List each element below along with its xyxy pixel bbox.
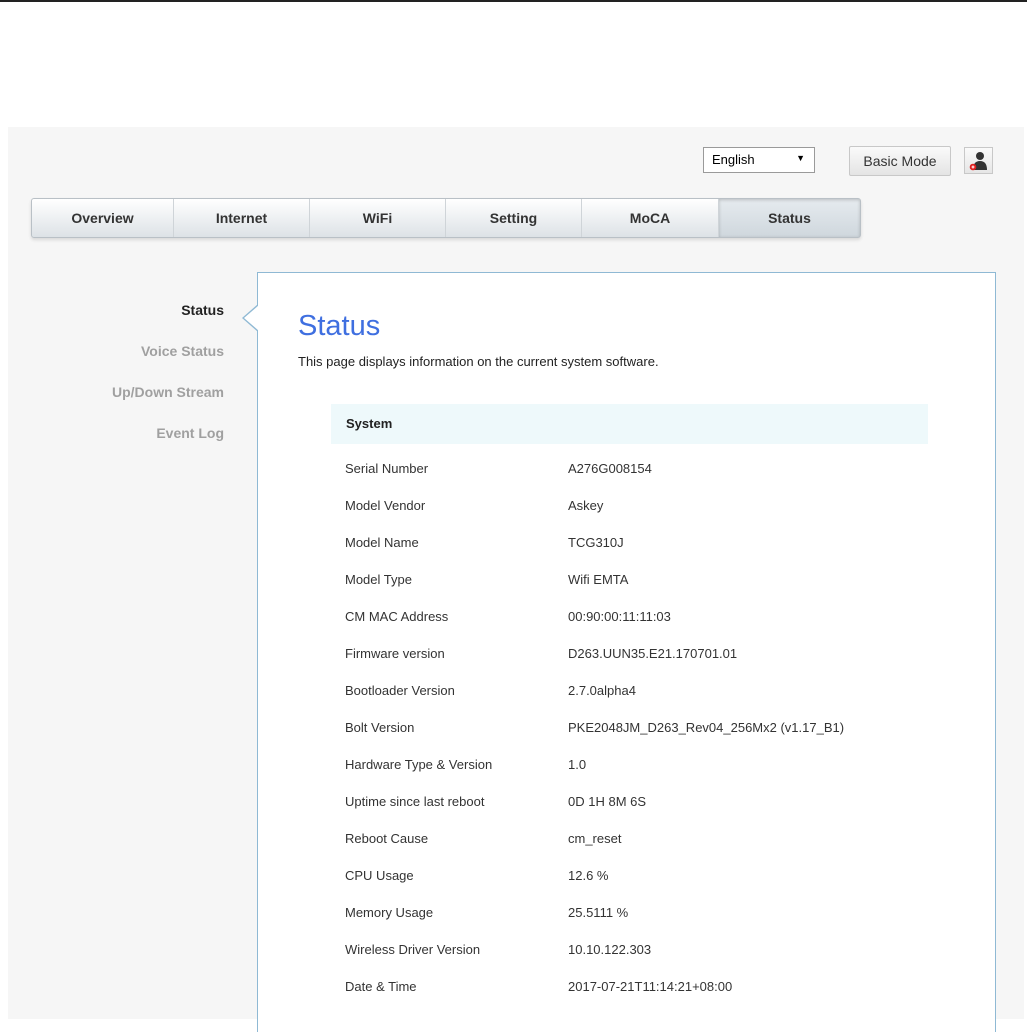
row-value: 2017-07-21T11:14:21+08:00 xyxy=(568,979,733,994)
table-row: Date & Time 2017-07-21T11:14:21+08:00 xyxy=(331,971,928,1008)
row-value: 12.6 % xyxy=(568,868,609,883)
row-value: TCG310J xyxy=(568,535,624,550)
subnav-item-event-log[interactable]: Event Log xyxy=(24,423,224,464)
row-label: Reboot Cause xyxy=(345,831,429,846)
table-row: Model Vendor Askey xyxy=(331,490,928,527)
row-value: D263.UUN35.E21.170701.01 xyxy=(568,646,738,661)
tab-label: MoCA xyxy=(629,210,671,226)
row-value: 0D 1H 8M 6S xyxy=(568,794,647,809)
row-value: A276G008154 xyxy=(568,461,652,476)
router-page: English ▼ Basic Mode Overview Internet W… xyxy=(8,127,1024,1032)
section-header-system: System xyxy=(331,404,928,444)
basic-mode-button[interactable]: Basic Mode xyxy=(849,146,951,176)
table-row: Uptime since last reboot 0D 1H 8M 6S xyxy=(331,786,928,823)
subnav-item-status[interactable]: Status xyxy=(24,300,224,341)
dropdown-arrow-icon: ▼ xyxy=(796,153,805,163)
table-row: Model Name TCG310J xyxy=(331,527,928,564)
page-title: Status xyxy=(298,310,381,342)
page-description: This page displays information on the cu… xyxy=(298,354,659,369)
row-value: 10.10.122.303 xyxy=(568,942,652,957)
tab-overview[interactable]: Overview xyxy=(32,199,174,237)
row-value: 00:90:00:11:11:03 xyxy=(568,609,671,624)
row-label: Memory Usage xyxy=(345,905,434,920)
table-row: Model Type Wifi EMTA xyxy=(331,564,928,601)
tab-label: Overview xyxy=(71,210,134,226)
tab-label: Internet xyxy=(215,210,268,226)
tab-internet[interactable]: Internet xyxy=(174,199,310,237)
row-label: Serial Number xyxy=(345,461,429,476)
row-value: Wifi EMTA xyxy=(568,572,629,587)
table-row: Memory Usage 25.5111 % xyxy=(331,897,928,934)
table-row: Bolt Version PKE2048JM_D263_Rev04_256Mx2 … xyxy=(331,712,928,749)
tab-moca[interactable]: MoCA xyxy=(582,199,719,237)
row-label: Model Vendor xyxy=(345,498,426,513)
row-label: CM MAC Address xyxy=(345,609,449,624)
row-label: Bolt Version xyxy=(345,720,415,735)
top-bar: English ▼ Basic Mode xyxy=(8,127,1024,197)
row-label: Hardware Type & Version xyxy=(345,757,493,772)
tab-setting[interactable]: Setting xyxy=(446,199,582,237)
row-label: Model Type xyxy=(345,572,412,587)
status-subnav: Status Voice Status Up/Down Stream Event… xyxy=(24,300,224,464)
content-panel: Status This page displays information on… xyxy=(257,272,996,1032)
row-value: 25.5111 % xyxy=(568,905,629,920)
tab-wifi[interactable]: WiFi xyxy=(310,199,446,237)
table-row: Bootloader Version 2.7.0alpha4 xyxy=(331,675,928,712)
language-select-value: English xyxy=(712,152,755,167)
tab-label: Setting xyxy=(489,210,538,226)
table-row: CM MAC Address 00:90:00:11:11:03 xyxy=(331,601,928,638)
panel-pointer-inner xyxy=(244,305,259,331)
row-label: Firmware version xyxy=(345,646,445,661)
subnav-item-up-down-stream[interactable]: Up/Down Stream xyxy=(24,382,224,423)
table-row: CPU Usage 12.6 % xyxy=(331,860,928,897)
language-select[interactable]: English ▼ xyxy=(703,147,815,173)
row-value: 2.7.0alpha4 xyxy=(568,683,636,698)
user-account-button[interactable] xyxy=(964,147,993,174)
tab-label: Status xyxy=(768,210,811,226)
row-label: Date & Time xyxy=(345,979,417,994)
system-info-table: Serial Number A276G008154 Model Vendor Ask… xyxy=(331,453,928,1008)
table-row: Hardware Type & Version 1.0 xyxy=(331,749,928,786)
row-label: Model Name xyxy=(345,535,419,550)
top-divider xyxy=(0,0,1027,2)
table-row: Firmware version D263.UUN35.E21.170701.01 xyxy=(331,638,928,675)
row-label: Wireless Driver Version xyxy=(345,942,481,957)
row-value: PKE2048JM_D263_Rev04_256Mx2 (v1.17_B1) xyxy=(568,720,845,735)
main-tabs: Overview Internet WiFi Setting MoCA Stat… xyxy=(31,198,861,238)
row-label: Uptime since last reboot xyxy=(345,794,485,809)
row-label: CPU Usage xyxy=(345,868,414,883)
table-row: Wireless Driver Version 10.10.122.303 xyxy=(331,934,928,971)
table-row: Serial Number A276G008154 xyxy=(331,453,928,490)
table-row: Reboot Cause cm_reset xyxy=(331,823,928,860)
row-value: Askey xyxy=(568,498,604,513)
subnav-item-voice-status[interactable]: Voice Status xyxy=(24,341,224,382)
tab-label: WiFi xyxy=(362,210,393,226)
tab-status[interactable]: Status xyxy=(719,199,860,237)
row-label: Bootloader Version xyxy=(345,683,455,698)
row-value: cm_reset xyxy=(568,831,622,846)
user-icon xyxy=(969,152,987,171)
row-value: 1.0 xyxy=(568,757,587,772)
